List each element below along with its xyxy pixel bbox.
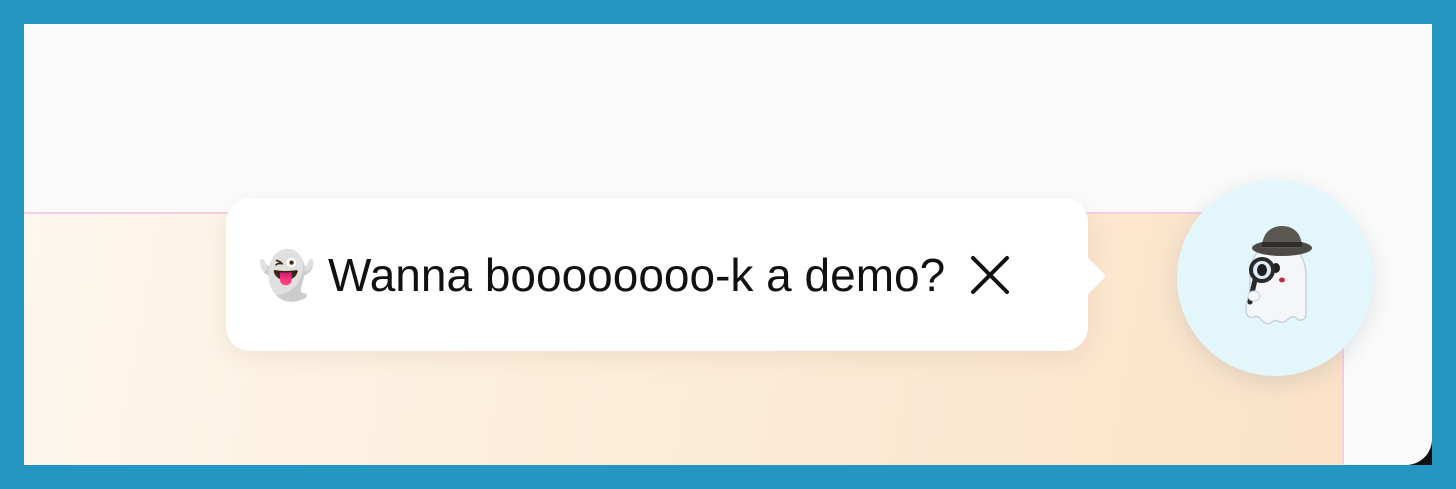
bubble-tail	[1086, 256, 1106, 296]
close-button[interactable]	[967, 252, 1013, 298]
page-viewport: 👻 Wanna boooooooo-k a demo?	[24, 24, 1432, 465]
close-icon	[971, 255, 1010, 294]
detective-ghost-icon	[1245, 226, 1312, 325]
ghost-emoji-icon: 👻	[258, 248, 316, 301]
demo-prompt-message: Wanna boooooooo-k a demo?	[328, 248, 946, 301]
chat-launcher-button[interactable]	[1177, 180, 1373, 376]
demo-prompt-bubble[interactable]: 👻 Wanna boooooooo-k a demo?	[226, 198, 1106, 351]
